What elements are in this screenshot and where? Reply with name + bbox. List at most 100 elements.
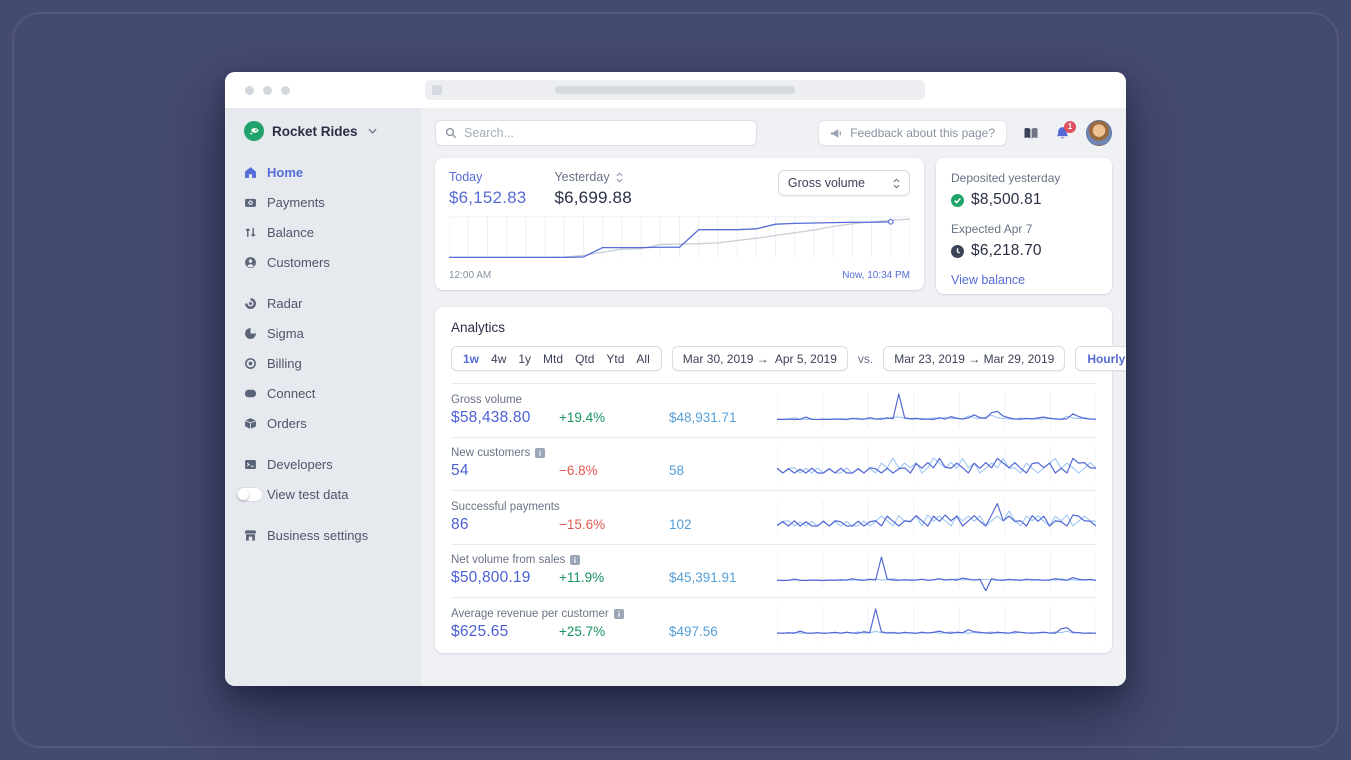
sidebar-item-billing[interactable]: Billing <box>244 353 421 373</box>
search-input[interactable] <box>464 126 747 140</box>
sidebar-item-orders[interactable]: Orders <box>244 413 421 433</box>
brand-name: Rocket Rides <box>272 123 358 139</box>
period-ytd[interactable]: Ytd <box>600 352 630 366</box>
yesterday-sort-control[interactable]: Yesterday <box>554 170 631 184</box>
balance-icon <box>244 226 257 239</box>
period-1w[interactable]: 1w <box>457 352 485 366</box>
yesterday-value: $6,699.88 <box>554 188 632 207</box>
orders-icon <box>244 417 257 430</box>
sidebar-item-connect[interactable]: Connect <box>244 383 421 403</box>
period-mtd[interactable]: Mtd <box>537 352 569 366</box>
metric-sparkline <box>777 497 1096 537</box>
main-content: Feedback about this page? 1 <box>421 108 1126 686</box>
sidebar-item-home[interactable]: Home <box>244 162 421 182</box>
metric-current-value: $58,438.80 <box>451 408 531 426</box>
topbar-actions: Feedback about this page? 1 <box>818 120 1112 146</box>
sidebar-item-customers[interactable]: Customers <box>244 252 421 272</box>
metric-delta: +25.7% <box>559 623 606 639</box>
metric-meta: Net volume from sales $50,800.19 +11.9% $45… <box>451 554 777 587</box>
yesterday-column: Yesterday $6,699.88 <box>554 170 631 208</box>
window-minimize-button[interactable] <box>263 85 272 95</box>
browser-chrome <box>225 72 1126 108</box>
overview-chart: 12:00 AM Now, 10:34 PM <box>449 215 910 281</box>
period-segment-control: 1w 4w 1y Mtd Qtd Ytd All <box>451 346 662 371</box>
metric-row-average-revenue-per-customer[interactable]: Average revenue per customer $625.65 +25.7… <box>451 597 1096 651</box>
user-avatar[interactable] <box>1086 120 1112 146</box>
info-icon[interactable] <box>613 608 624 619</box>
sidebar-item-view-test-data[interactable]: View test data <box>236 484 421 504</box>
metric-current-value: $50,800.19 <box>451 569 531 587</box>
sidebar-item-developers[interactable]: Developers <box>244 454 421 474</box>
sidebar-item-label: Connect <box>267 385 316 401</box>
chart-x-start-label: 12:00 AM <box>449 270 492 281</box>
granularity-hourly[interactable]: Hourly <box>1087 352 1125 366</box>
notifications-bell-icon[interactable]: 1 <box>1055 120 1076 141</box>
deposited-value: $8,500.81 <box>971 191 1042 208</box>
metric-label-text: Successful payments <box>451 500 560 513</box>
browser-url-bar[interactable] <box>425 80 925 100</box>
view-balance-link[interactable]: View balance <box>951 273 1097 287</box>
docs-book-icon[interactable] <box>1023 127 1039 140</box>
chevron-down-icon <box>367 128 377 134</box>
sidebar-item-payments[interactable]: Payments <box>244 192 421 212</box>
search-box <box>435 120 757 146</box>
window-close-button[interactable] <box>245 85 254 95</box>
window-zoom-button[interactable] <box>281 85 290 95</box>
current-range-button[interactable]: Mar 30, 2019 → Apr 5, 2019 <box>671 346 848 371</box>
radar-icon <box>244 297 257 310</box>
yesterday-label: Yesterday <box>554 170 610 184</box>
test-data-toggle[interactable] <box>236 486 263 502</box>
metric-label: Gross volume <box>451 394 777 406</box>
chart-x-now-label: Now, 10:34 PM <box>842 270 910 281</box>
info-icon[interactable] <box>570 555 581 566</box>
sidebar-item-radar[interactable]: Radar <box>244 293 421 313</box>
now-marker <box>887 219 894 225</box>
sidebar-item-label: Developers <box>267 456 333 472</box>
sidebar-item-business-settings[interactable]: Business settings <box>244 525 421 545</box>
sidebar-item-balance[interactable]: Balance <box>244 222 421 242</box>
sidebar-item-label: Billing <box>267 355 302 371</box>
metric-sparkline <box>777 604 1096 644</box>
info-icon[interactable] <box>535 448 546 459</box>
analytics-card: Analytics 1w 4w 1y Mtd Qtd Ytd All Mar 30, 201… <box>435 307 1126 653</box>
expected-value: $6,218.70 <box>971 242 1042 259</box>
home-icon <box>244 166 257 179</box>
select-arrows-icon <box>893 178 900 188</box>
metric-row-new-customers[interactable]: New customers 54 −6.8% 58 <box>451 436 1096 491</box>
metric-row-net-volume-from-sales[interactable]: Net volume from sales $50,800.19 +11.9% $45… <box>451 543 1096 598</box>
sidebar-group: Home Payments Balance Customers <box>244 162 421 272</box>
metric-current-value: $625.65 <box>451 622 509 640</box>
metric-select[interactable]: Gross volume <box>777 170 910 196</box>
account-switcher[interactable]: Rocket Rides <box>244 121 421 141</box>
metric-values: 54 −6.8% 58 <box>451 462 777 480</box>
sigma-icon <box>244 327 257 340</box>
balance-summary-card: Deposited yesterday $8,500.81 Expected A… <box>936 158 1112 294</box>
metric-row-gross-volume[interactable]: Gross volume $58,438.80 +19.4% $48,931.71 <box>451 383 1096 437</box>
metric-meta: New customers 54 −6.8% 58 <box>451 447 777 480</box>
sidebar-item-label: Business settings <box>267 527 369 543</box>
feedback-button[interactable]: Feedback about this page? <box>818 120 1007 146</box>
previous-range-button[interactable]: Mar 23, 2019 → Mar 29, 2019 <box>883 346 1066 371</box>
period-all[interactable]: All <box>630 352 655 366</box>
sidebar-item-label: View test data <box>267 486 349 502</box>
period-4w[interactable]: 4w <box>485 352 512 366</box>
sidebar-group: Developers View test data <box>236 454 421 504</box>
browser-window: Rocket Rides Home Payments Balance Customer… <box>225 72 1126 686</box>
toggle-knob <box>238 488 249 500</box>
granularity-control: HourlyDaily <box>1075 346 1126 371</box>
feedback-label: Feedback about this page? <box>850 126 995 140</box>
metric-delta: −6.8% <box>559 463 598 479</box>
check-circle-icon <box>951 193 964 207</box>
sidebar-item-sigma[interactable]: Sigma <box>244 323 421 343</box>
period-qtd[interactable]: Qtd <box>569 352 600 366</box>
metric-label-text: Gross volume <box>451 393 522 406</box>
period-1y[interactable]: 1y <box>512 352 537 366</box>
sidebar-item-label: Sigma <box>267 325 304 341</box>
metric-row-successful-payments[interactable]: Successful payments 86 −15.6% 102 <box>451 490 1096 544</box>
sidebar-item-label: Home <box>267 164 304 180</box>
metric-compare-value: 58 <box>669 463 685 479</box>
sidebar-item-label: Customers <box>267 254 330 270</box>
metric-delta: +19.4% <box>559 409 606 425</box>
notification-badge: 1 <box>1064 120 1076 133</box>
sidebar-group: Business settings <box>244 525 421 545</box>
